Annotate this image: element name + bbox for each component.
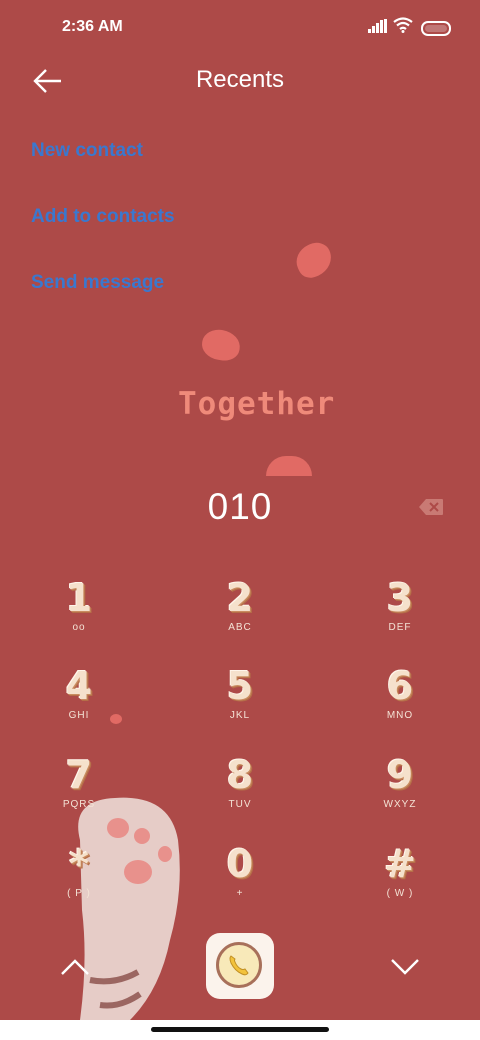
key-digit: # — [384, 842, 416, 886]
key-9[interactable]: 9 WXYZ — [345, 753, 455, 833]
key-digit: 8 — [226, 753, 254, 797]
backspace-icon[interactable] — [418, 498, 444, 516]
call-button[interactable] — [206, 933, 274, 999]
key-letters: PQRS — [62, 799, 96, 810]
send-message-link[interactable]: Send message — [31, 272, 164, 294]
dialed-number: 010 — [207, 486, 273, 527]
key-digit: 2 — [226, 576, 254, 620]
key-6[interactable]: 6 MNO — [345, 664, 455, 744]
key-7[interactable]: 7 PQRS — [24, 753, 134, 833]
voicemail-icon: oo — [72, 622, 86, 633]
key-digit: 5 — [226, 664, 254, 708]
key-digit: 3 — [386, 576, 414, 620]
key-0[interactable]: 0 + — [185, 842, 295, 922]
key-4[interactable]: 4 GHI — [24, 664, 134, 744]
chevron-up-icon[interactable] — [60, 958, 90, 976]
key-letters: TUV — [228, 799, 252, 810]
key-digit: * — [69, 842, 89, 886]
key-letters: ( W ) — [386, 888, 414, 899]
home-indicator[interactable] — [151, 1027, 329, 1032]
key-letters: WXYZ — [383, 799, 417, 810]
battery-icon — [421, 21, 451, 36]
key-digit: 7 — [65, 753, 93, 797]
wallpaper-blob — [199, 326, 243, 364]
key-digit: 0 — [226, 842, 254, 886]
new-contact-link[interactable]: New contact — [31, 140, 143, 162]
key-letters: JKL — [229, 710, 251, 721]
wallpaper-text: Together — [178, 386, 336, 422]
status-time: 2:36 AM — [62, 18, 123, 35]
key-letters: DEF — [388, 622, 412, 633]
signal-icon — [368, 19, 387, 33]
key-5[interactable]: 5 JKL — [185, 664, 295, 744]
key-digit: 4 — [65, 664, 93, 708]
key-letters: ABC — [228, 622, 252, 633]
key-3[interactable]: 3 DEF — [345, 576, 455, 656]
key-letters: GHI — [68, 710, 90, 721]
key-letters: ( P ) — [67, 888, 91, 899]
page-title: Recents — [195, 66, 285, 93]
key-letters: MNO — [386, 710, 414, 721]
key-8[interactable]: 8 TUV — [185, 753, 295, 833]
key-digit: 6 — [386, 664, 414, 708]
status-bar: 2:36 AM — [0, 0, 480, 56]
key-hash[interactable]: # ( W ) — [345, 842, 455, 922]
key-letters: + — [236, 888, 244, 899]
key-1[interactable]: 1 oo — [24, 576, 134, 656]
key-digit: 1 — [65, 576, 93, 620]
wallpaper-moon — [266, 456, 312, 476]
chevron-down-icon[interactable] — [390, 958, 420, 976]
wifi-icon — [393, 17, 413, 33]
key-2[interactable]: 2 ABC — [185, 576, 295, 656]
phone-icon — [216, 942, 262, 988]
add-to-contacts-link[interactable]: Add to contacts — [31, 206, 175, 228]
key-digit: 9 — [386, 753, 414, 797]
wallpaper-blob — [290, 237, 338, 283]
key-star[interactable]: * ( P ) — [24, 842, 134, 922]
